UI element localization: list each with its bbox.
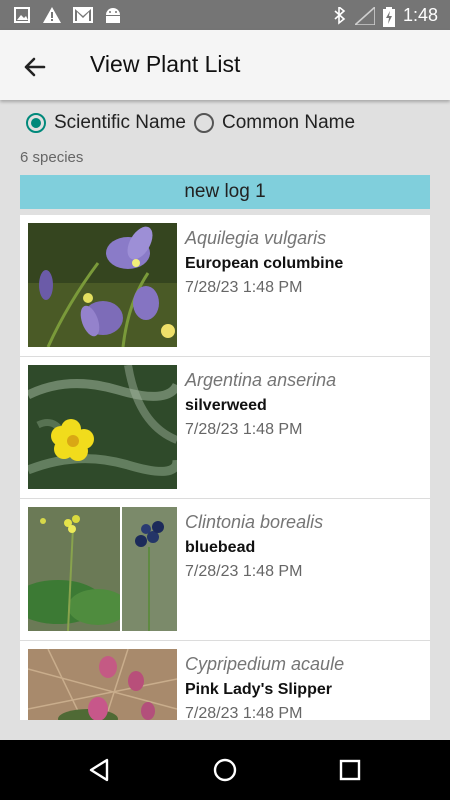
image-icon bbox=[14, 7, 30, 23]
radio-checked-icon bbox=[26, 113, 46, 133]
timestamp: 7/28/23 1:48 PM bbox=[185, 563, 303, 580]
scientific-name: Aquilegia vulgaris bbox=[185, 228, 327, 248]
home-circle-icon[interactable] bbox=[211, 756, 239, 784]
log-name-bar[interactable]: new log 1 bbox=[20, 175, 430, 209]
status-bar: 1:48 bbox=[0, 0, 450, 30]
common-name: silverweed bbox=[185, 397, 267, 414]
alert-icon bbox=[43, 7, 61, 23]
radio-scientific-name[interactable]: Scientific Name bbox=[26, 112, 186, 134]
radio-unchecked-icon bbox=[194, 113, 214, 133]
list-item[interactable]: Clintonia borealis bluebead 7/28/23 1:48… bbox=[20, 499, 430, 641]
app-bar: View Plant List bbox=[0, 30, 450, 100]
plant-photo-lady-slipper bbox=[28, 649, 177, 720]
bluetooth-icon bbox=[334, 7, 346, 25]
battery-charging-icon bbox=[383, 7, 395, 27]
species-count: 6 species bbox=[20, 149, 84, 166]
recents-square-icon[interactable] bbox=[336, 756, 364, 784]
back-triangle-icon[interactable] bbox=[86, 756, 114, 784]
page-title: View Plant List bbox=[90, 51, 241, 77]
android-icon bbox=[106, 8, 120, 23]
common-name: bluebead bbox=[185, 539, 256, 556]
plant-list[interactable]: Aquilegia vulgaris European columbine 7/… bbox=[20, 215, 430, 720]
radio-label-common: Common Name bbox=[222, 112, 356, 133]
common-name: European columbine bbox=[185, 255, 344, 272]
radio-common-name[interactable]: Common Name bbox=[194, 112, 355, 134]
plant-photo-columbine bbox=[28, 223, 177, 347]
common-name: Pink Lady's Slipper bbox=[185, 681, 332, 698]
sort-radio-group: Scientific Name Common Name bbox=[26, 109, 363, 137]
scientific-name: Clintonia borealis bbox=[185, 512, 324, 532]
timestamp: 7/28/23 1:48 PM bbox=[185, 705, 303, 720]
list-item[interactable]: Aquilegia vulgaris European columbine 7/… bbox=[20, 215, 430, 357]
system-nav-bar bbox=[0, 740, 450, 800]
timestamp: 7/28/23 1:48 PM bbox=[185, 279, 303, 296]
radio-label-scientific: Scientific Name bbox=[54, 112, 186, 133]
signal-icon bbox=[355, 7, 375, 25]
back-arrow-icon[interactable] bbox=[18, 50, 52, 84]
plant-photo-bluebead bbox=[28, 507, 177, 631]
plant-photo-silverweed bbox=[28, 365, 177, 489]
timestamp: 7/28/23 1:48 PM bbox=[185, 421, 303, 438]
scientific-name: Argentina anserina bbox=[185, 370, 337, 390]
scientific-name: Cypripedium acaule bbox=[185, 654, 345, 674]
gmail-icon bbox=[73, 7, 93, 23]
list-item[interactable]: Cypripedium acaule Pink Lady's Slipper 7… bbox=[20, 641, 430, 720]
status-time: 1:48 bbox=[402, 5, 438, 25]
list-item[interactable]: Argentina anserina silverweed 7/28/23 1:… bbox=[20, 357, 430, 499]
